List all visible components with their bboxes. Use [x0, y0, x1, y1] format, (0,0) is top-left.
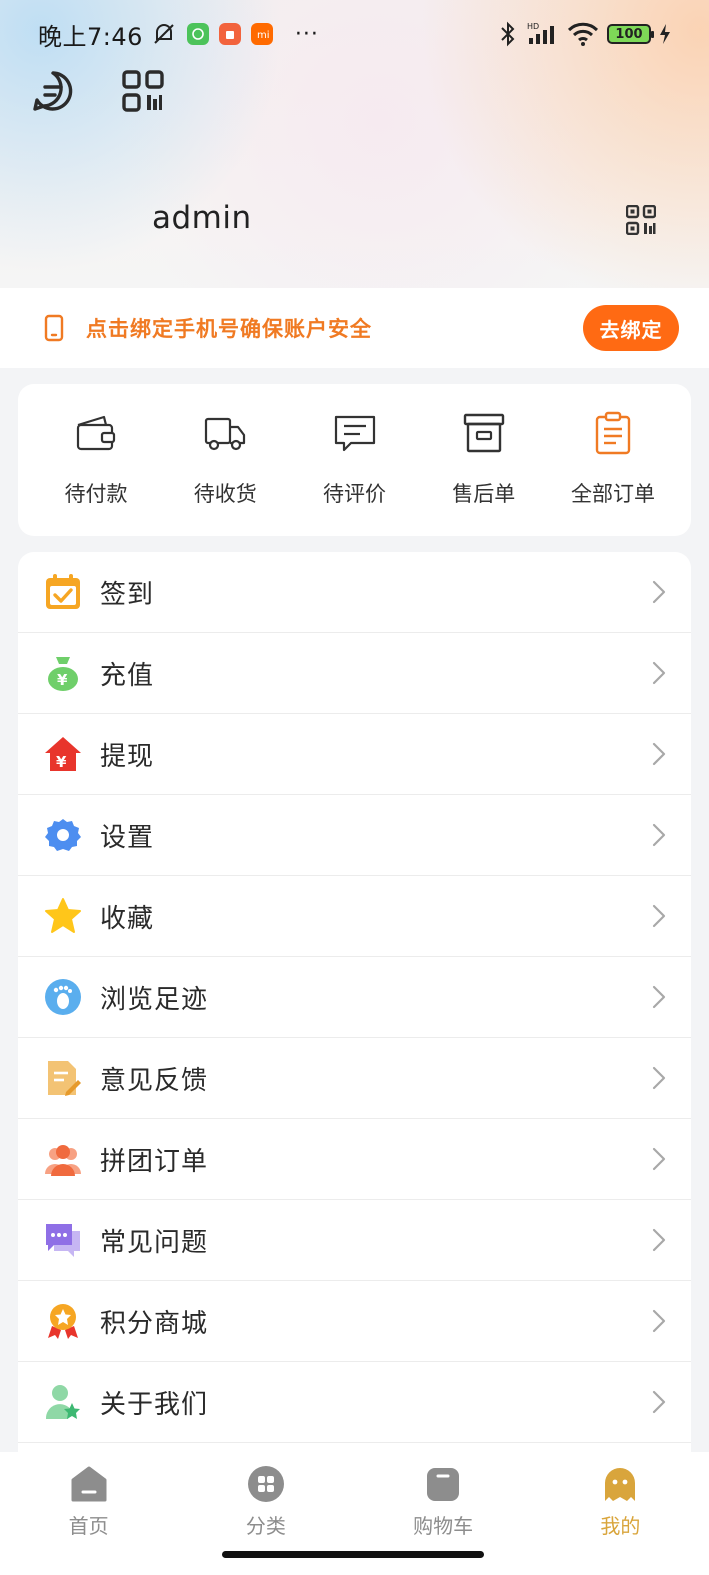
footprint-icon	[44, 978, 82, 1016]
chevron-right-icon	[652, 985, 666, 1009]
menu-label: 常见问题	[100, 1227, 209, 1258]
money-bag-icon: ¥	[44, 654, 82, 692]
order-label: 待付款	[64, 482, 128, 506]
chevron-right-icon	[652, 661, 666, 685]
profile-icon	[600, 1464, 640, 1504]
tab-home[interactable]: 首页	[0, 1452, 177, 1575]
feedback-doc-icon	[44, 1059, 82, 1097]
menu-label: 充值	[100, 660, 155, 691]
charging-icon	[660, 24, 670, 44]
menu-label: 浏览足迹	[100, 984, 209, 1015]
mi-mini-icon: mi	[250, 23, 273, 45]
order-pending-review[interactable]: 待评价	[295, 384, 415, 536]
username: admin	[152, 200, 252, 236]
medal-icon	[44, 1302, 82, 1340]
bind-phone-text: 点击绑定手机号确保账户安全	[86, 317, 372, 341]
comment-icon	[332, 410, 378, 456]
menu-item-faq[interactable]: 常见问题	[18, 1200, 691, 1281]
chevron-right-icon	[652, 1066, 666, 1090]
cart-icon	[423, 1464, 463, 1504]
tab-label: 购物车	[413, 1514, 474, 1538]
menu-label: 积分商城	[100, 1308, 209, 1339]
menu-item-settings[interactable]: 设置	[18, 795, 691, 876]
calendar-check-icon	[44, 573, 82, 611]
menu-item-favorites[interactable]: 收藏	[18, 876, 691, 957]
mute-bell-icon	[154, 24, 174, 44]
menu-item-sign-in[interactable]: 签到	[18, 552, 691, 633]
battery-icon: 100	[607, 24, 654, 44]
order-all[interactable]: 全部订单	[553, 384, 673, 536]
menu-label: 签到	[100, 579, 155, 610]
archive-icon	[461, 410, 507, 456]
tab-label: 我的	[600, 1514, 641, 1538]
menu-list: 签到 ¥ 充值 ¥ 提现 设置 收藏 浏览足迹 意见反馈 拼团订单 常见问题 积…	[18, 552, 691, 1452]
gear-icon	[44, 816, 82, 854]
chevron-right-icon	[652, 904, 666, 928]
tab-label: 分类	[245, 1514, 286, 1538]
bind-phone-button[interactable]: 去绑定	[583, 305, 679, 351]
wifi-icon	[567, 22, 599, 46]
house-yen-icon: ¥	[44, 735, 82, 773]
chevron-right-icon	[652, 580, 666, 604]
order-label: 全部订单	[571, 482, 655, 506]
chevron-right-icon	[652, 1309, 666, 1333]
menu-item-points-mall[interactable]: 积分商城	[18, 1281, 691, 1362]
truck-icon	[202, 410, 248, 456]
menu-label: 提现	[100, 741, 155, 772]
menu-item-feedback[interactable]: 意见反馈	[18, 1038, 691, 1119]
phone-icon	[44, 314, 64, 342]
category-icon	[246, 1464, 286, 1504]
menu-item-group-orders[interactable]: 拼团订单	[18, 1119, 691, 1200]
order-label: 待收货	[193, 482, 257, 506]
chevron-right-icon	[652, 1390, 666, 1414]
chevron-right-icon	[652, 1228, 666, 1252]
battery-level: 100	[615, 26, 643, 42]
order-after-sales[interactable]: 售后单	[424, 384, 544, 536]
cellular-signal-icon: HD	[527, 22, 554, 44]
svg-text:mi: mi	[257, 30, 269, 41]
tab-mine[interactable]: 我的	[532, 1452, 709, 1575]
more-notifications-indicator: ···	[294, 21, 319, 47]
clipboard-icon	[590, 410, 636, 456]
orders-card: 待付款 待收货 待评价 售后单 全部订单	[18, 384, 691, 536]
menu-label: 收藏	[100, 903, 155, 934]
svg-text:¥: ¥	[56, 753, 67, 771]
svg-text:¥: ¥	[57, 671, 68, 689]
bluetooth-icon	[501, 21, 515, 47]
chat-bubbles-icon	[44, 1221, 82, 1259]
svg-text:HD: HD	[527, 22, 539, 31]
status-time: 晚上7:46	[38, 22, 143, 51]
menu-label: 关于我们	[100, 1389, 209, 1420]
menu-label: 意见反馈	[100, 1065, 209, 1096]
menu-item-about-us[interactable]: 关于我们	[18, 1362, 691, 1443]
chevron-right-icon	[652, 823, 666, 847]
scan-qr-icon[interactable]	[120, 68, 166, 114]
header-actions	[30, 68, 166, 114]
menu-item-withdraw[interactable]: ¥ 提现	[18, 714, 691, 795]
wallet-icon	[73, 410, 119, 456]
star-icon	[44, 897, 82, 935]
shopping-mini-icon	[218, 23, 241, 45]
home-indicator[interactable]	[222, 1551, 484, 1558]
my-qrcode-icon[interactable]	[626, 205, 656, 235]
user-star-icon	[44, 1383, 82, 1421]
order-label: 售后单	[452, 482, 516, 506]
bind-phone-banner: 点击绑定手机号确保账户安全 去绑定	[0, 288, 709, 368]
chevron-right-icon	[652, 742, 666, 766]
menu-label: 设置	[100, 822, 155, 853]
chevron-right-icon	[652, 1147, 666, 1171]
wechat-mini-icon	[186, 23, 209, 45]
order-label: 待评价	[323, 482, 386, 506]
menu-label: 拼团订单	[100, 1146, 209, 1177]
menu-item-history[interactable]: 浏览足迹	[18, 957, 691, 1038]
status-bar: 晚上7:46 mi ··· HD 100	[0, 0, 709, 68]
order-pending-receipt[interactable]: 待收货	[165, 384, 285, 536]
group-icon	[44, 1140, 82, 1178]
menu-item-recharge[interactable]: ¥ 充值	[18, 633, 691, 714]
home-icon	[69, 1464, 109, 1504]
message-icon[interactable]	[30, 68, 76, 114]
order-pending-payment[interactable]: 待付款	[36, 384, 156, 536]
tab-label: 首页	[68, 1514, 109, 1538]
